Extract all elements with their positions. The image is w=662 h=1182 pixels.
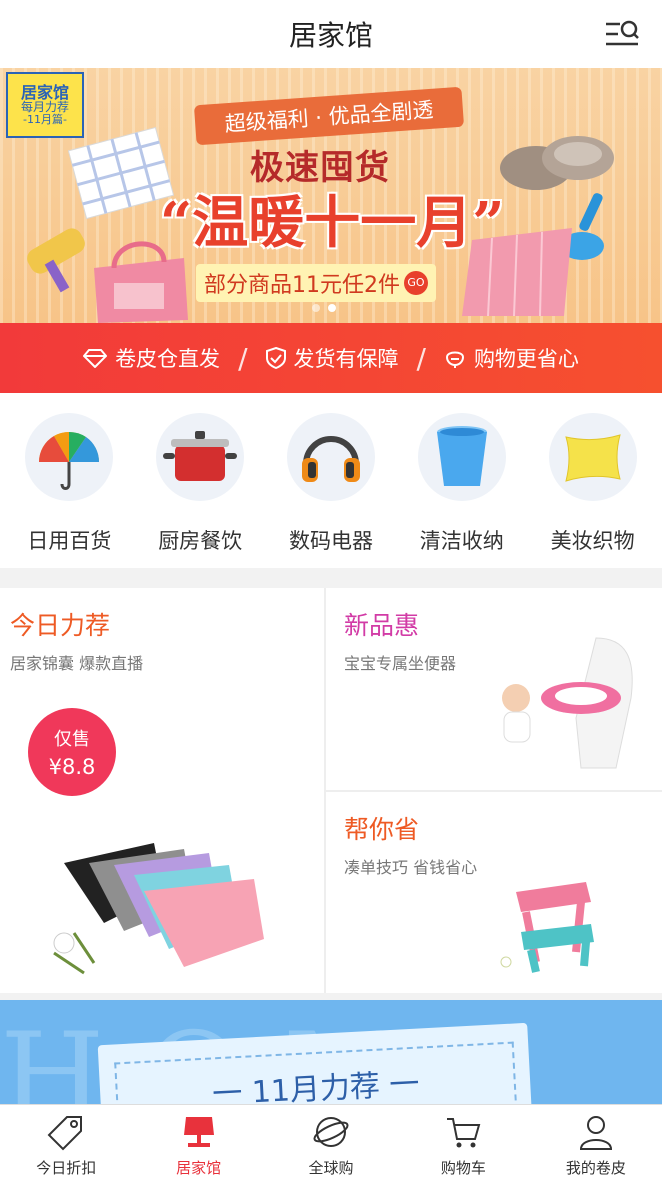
category-label: 数码电器 [288,529,373,553]
carousel-dot-active[interactable] [328,304,336,312]
bottom-tabbar: 今日折扣 居家馆 全球购 购物车 我的卷皮 [0,1104,662,1182]
price-badge: 仅售 ¥8.8 [28,708,116,796]
banner-main-text: “温暖十一月” [160,190,505,256]
hero-banner[interactable]: 居家馆 每月力荐 -11月篇- 超级福利 · 优品全剧透 极速囤货 “温暖十一月… [0,68,662,323]
separator: / [416,341,426,375]
top-bar: 居家馆 [0,0,662,68]
lamp-icon [183,1117,214,1147]
category-daily[interactable]: 日用百货 [9,393,129,568]
category-label: 厨房餐饮 [158,529,243,553]
tab-label: 居家馆 [176,1159,222,1177]
carousel-dot[interactable] [312,304,320,312]
banner-promo-text: 部分商品11元任2件 [204,273,400,298]
category-label: 清洁收纳 [419,529,504,553]
promo-save[interactable]: 帮你省 凑单技巧 省钱省心 [326,792,662,993]
service-item: 购物更省心 [444,343,579,373]
promo-subtitle: 居家锦囊 爆款直播 [10,654,144,673]
price-label: 仅售 [54,729,90,750]
pillow-icon [564,434,621,482]
separator: / [238,341,248,375]
promo-today[interactable]: 今日力荐 居家锦囊 爆款直播 仅售 ¥8.8 [0,588,324,993]
go-badge: GO [404,271,428,295]
category-icon-wrap [286,413,375,501]
category-textile[interactable]: 美妆织物 [533,393,653,568]
category-icon-wrap [417,413,506,501]
tab-home-living[interactable]: 居家馆 [132,1105,264,1182]
umbrella-icon [39,431,100,490]
category-label: 美妆织物 [550,529,635,553]
page: 居家馆 居家馆 每月力荐 -11月篇- 超级福利 · 优品全剧透 极速囤货 “温… [0,0,662,1182]
shield-check-icon [265,347,286,369]
user-icon [579,1116,612,1150]
service-label: 卷皮仓直发 [115,347,221,371]
page-title: 居家馆 [288,19,373,52]
piggy-bank-icon [445,351,464,368]
tab-label: 我的卷皮 [565,1159,626,1177]
promo-new[interactable]: 新品惠 宝宝专属坐便器 [326,588,662,790]
tab-cart[interactable]: 购物车 [397,1105,529,1182]
tab-label: 今日折扣 [36,1159,97,1177]
service-strip: 卷皮仓直发 / 发货有保障 / 购物更省心 [0,323,662,393]
category-icon-wrap [25,413,114,501]
baby-toilet-icon [502,637,633,769]
tab-profile[interactable]: 我的卷皮 [530,1105,662,1182]
diamond-icon [83,349,108,368]
banner-card-text: 一 11月力荐 一 [211,1066,421,1104]
category-label: 日用百货 [27,529,112,553]
promo-title: 今日力荐 [10,611,111,640]
bucket-icon [436,426,487,486]
category-kitchen[interactable]: 厨房餐饮 [140,393,260,568]
planet-icon [313,1117,349,1147]
service-label: 发货有保障 [293,347,399,371]
category-icon-wrap [548,413,637,501]
tab-global[interactable]: 全球购 [265,1105,397,1182]
underwear-icon [53,843,264,975]
price-value: ¥8.8 [48,755,96,779]
service-item: 发货有保障 [265,343,399,373]
category-digital[interactable]: 数码电器 [271,393,391,568]
list-search-icon[interactable] [604,18,640,50]
service-item: 卷皮仓直发 [83,343,220,373]
stool-icon [500,882,594,973]
carousel-dots[interactable] [312,304,336,312]
category-icon-wrap [156,413,245,501]
tag-icon [47,1116,83,1151]
pot-icon [163,431,238,481]
cart-icon [447,1118,481,1148]
tab-label: 购物车 [440,1159,486,1177]
month-banner[interactable]: HOME 一 11月力荐 一 [0,1000,662,1104]
promo-grid: 今日力荐 居家锦囊 爆款直播 仅售 ¥8.8 新品惠 宝宝专属坐便器 帮你省 凑… [0,588,662,993]
banner-promo: 部分商品11元任2件 GO [196,264,436,302]
headphones-icon [301,436,360,482]
category-cleaning[interactable]: 清洁收纳 [402,393,522,568]
category-row: 日用百货 厨房餐饮 数码电器 清洁收纳 美妆织物 [0,393,662,568]
corner-tag-line1: 居家馆 [20,82,69,102]
tab-today-discount[interactable]: 今日折扣 [0,1105,132,1182]
tab-label: 全球购 [308,1159,354,1177]
service-label: 购物更省心 [473,347,579,371]
corner-tag-line3: -11月篇- [23,113,67,127]
promo-title: 帮你省 [344,815,420,844]
